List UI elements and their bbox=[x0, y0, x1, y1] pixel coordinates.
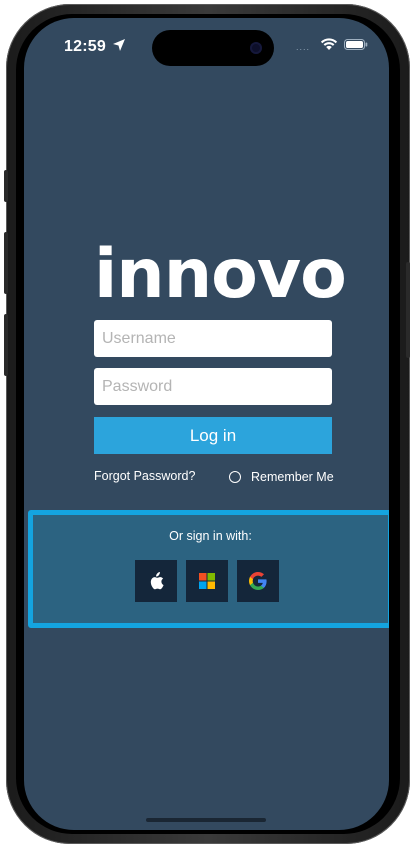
apple-icon bbox=[150, 572, 164, 590]
sso-button-group bbox=[135, 560, 279, 602]
wifi-icon bbox=[320, 38, 338, 50]
forgot-password-link[interactable]: Forgot Password? bbox=[94, 469, 195, 483]
phone-power-button bbox=[406, 262, 410, 358]
google-icon bbox=[249, 572, 267, 590]
remember-me-toggle[interactable]: Remember Me bbox=[229, 469, 334, 485]
home-indicator[interactable] bbox=[146, 818, 266, 822]
innovo-logo: innovo bbox=[94, 235, 347, 314]
remember-me-radio[interactable] bbox=[229, 471, 241, 483]
microsoft-icon bbox=[199, 573, 215, 589]
apple-sign-in-button[interactable] bbox=[135, 560, 177, 602]
status-time: 12:59 bbox=[64, 38, 106, 55]
cellular-signal-icon: .... bbox=[296, 42, 311, 52]
location-arrow-icon bbox=[113, 39, 125, 51]
front-camera bbox=[250, 42, 262, 54]
sso-title: Or sign in with: bbox=[169, 529, 252, 543]
remember-me-label: Remember Me bbox=[251, 470, 334, 484]
username-field[interactable] bbox=[94, 320, 332, 357]
status-bar: 12:59 .... bbox=[24, 18, 389, 74]
battery-icon bbox=[344, 39, 368, 50]
phone-volume-down-button bbox=[4, 314, 8, 376]
password-field[interactable] bbox=[94, 368, 332, 405]
app-screen: 12:59 .... innovo Log in Forgot Password… bbox=[24, 18, 389, 830]
google-sign-in-button[interactable] bbox=[237, 560, 279, 602]
microsoft-sign-in-button[interactable] bbox=[186, 560, 228, 602]
phone-action-button bbox=[4, 170, 8, 202]
phone-volume-up-button bbox=[4, 232, 8, 294]
login-button[interactable]: Log in bbox=[94, 417, 332, 454]
dynamic-island bbox=[152, 30, 274, 66]
sso-panel: Or sign in with: bbox=[28, 510, 389, 628]
